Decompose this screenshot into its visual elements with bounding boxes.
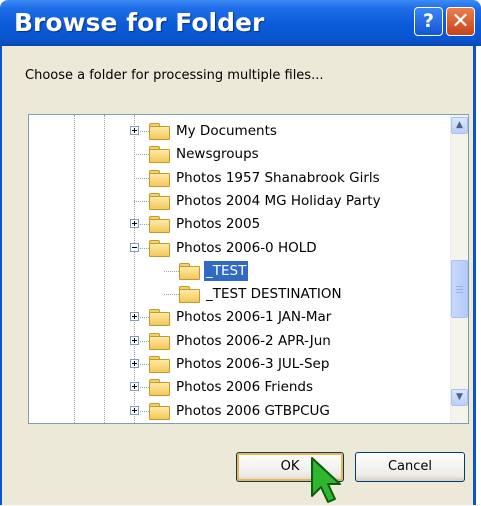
expand-icon[interactable]: [130, 335, 139, 345]
folder-icon: [149, 239, 170, 257]
grip-line: [456, 289, 463, 290]
tree-connector: [134, 177, 149, 179]
tree-item[interactable]: Photos 2004 MG Holiday Party: [29, 191, 449, 213]
expand-icon[interactable]: [130, 219, 139, 229]
folder-icon: [149, 146, 170, 164]
scroll-down-button[interactable]: ▼: [451, 389, 468, 406]
tree-item-label: Photos 2006-0 HOLD: [176, 239, 317, 256]
cancel-button[interactable]: Cancel: [355, 452, 465, 482]
collapse-icon[interactable]: [130, 242, 139, 252]
folder-icon: [149, 169, 170, 187]
folder-icon: [149, 402, 170, 420]
tree-item-label: Photos 2006-3 JUL-Sep: [176, 356, 330, 372]
folder-icon: [149, 216, 170, 234]
folder-icon: [149, 123, 170, 140]
expand-icon[interactable]: [130, 405, 139, 415]
chevron-up-icon: ▲: [456, 120, 463, 130]
tree-item[interactable]: _TEST DESTINATION: [29, 284, 449, 306]
tree-item[interactable]: Photos 2006-3 JUL-Sep: [29, 354, 449, 376]
tree-item[interactable]: Photos 2006-2 APR-Jun: [29, 331, 449, 353]
dialog-prompt: Choose a folder for processing multiple …: [25, 68, 324, 83]
folder-open-icon: [179, 262, 200, 280]
expand-icon[interactable]: [130, 312, 139, 322]
grip-line: [456, 292, 463, 293]
tree-item-label: Photos 2006 GTBPCUG: [176, 402, 330, 419]
help-button[interactable]: ?: [414, 7, 443, 36]
folder-icon: [149, 356, 170, 373]
tree-item[interactable]: _TEST: [29, 260, 449, 283]
tree-item[interactable]: Photos 2005: [29, 214, 449, 236]
tree-item-label: Photos 2005: [176, 216, 261, 233]
close-icon: ✕: [451, 9, 470, 34]
tree-connector: [164, 294, 179, 296]
folder-tree[interactable]: My Documents Newsgroups Photos 1957 Shanab…: [28, 114, 469, 424]
tree-connector: [134, 200, 149, 202]
help-icon: ?: [422, 10, 435, 32]
folder-icon: [149, 192, 170, 210]
tree-item-label: Photos 2004 MG Holiday Party: [176, 192, 381, 209]
tree-item-label: Photos 2006-2 APR-Jun: [176, 332, 331, 349]
scroll-up-button[interactable]: ▲: [451, 117, 468, 134]
tree-item[interactable]: Photos 2006-1 JAN-Mar: [29, 307, 449, 329]
tree-item[interactable]: Photos 1957 Shanabrook Girls: [29, 168, 449, 190]
tree-item-label: Photos 1957 Shanabrook Girls: [176, 169, 380, 186]
tree-item[interactable]: Photos 2006 GTBPCUG: [29, 401, 449, 423]
tree-item-label: _TEST DESTINATION: [206, 286, 342, 303]
window-title: Browse for Folder: [14, 8, 265, 37]
tree-item-label: _TEST: [204, 260, 249, 281]
folder-icon: [149, 379, 170, 397]
pointer-cursor-icon: [311, 457, 341, 503]
folder-icon: [149, 309, 170, 327]
tree-item[interactable]: My Documents: [29, 121, 449, 143]
tree-item-label: My Documents: [176, 123, 277, 139]
title-bar[interactable]: Browse for Folder ? ✕: [0, 0, 481, 46]
tree-item-label: Newsgroups: [176, 146, 259, 163]
tree-item-label: Photos 2006-1 JAN-Mar: [176, 309, 332, 326]
tree-item[interactable]: Photos 2006 Friends: [29, 377, 449, 399]
tree-item[interactable]: Newsgroups: [29, 144, 449, 166]
tree-item[interactable]: Photos 2006-0 HOLD: [29, 238, 449, 260]
grip-line: [456, 286, 463, 287]
close-button[interactable]: ✕: [446, 7, 475, 36]
folder-icon: [149, 332, 170, 350]
folder-icon: [179, 286, 200, 304]
vertical-scrollbar[interactable]: ▲ ▼: [450, 115, 468, 423]
expand-icon[interactable]: [130, 359, 139, 368]
tree-connector: [134, 154, 149, 156]
tree-connector: [164, 270, 179, 272]
expand-icon[interactable]: [130, 126, 139, 135]
scroll-thumb[interactable]: [451, 260, 468, 318]
expand-icon[interactable]: [130, 382, 139, 392]
chevron-down-icon: ▼: [456, 392, 463, 402]
tree-item-label: Photos 2006 Friends: [176, 379, 314, 396]
